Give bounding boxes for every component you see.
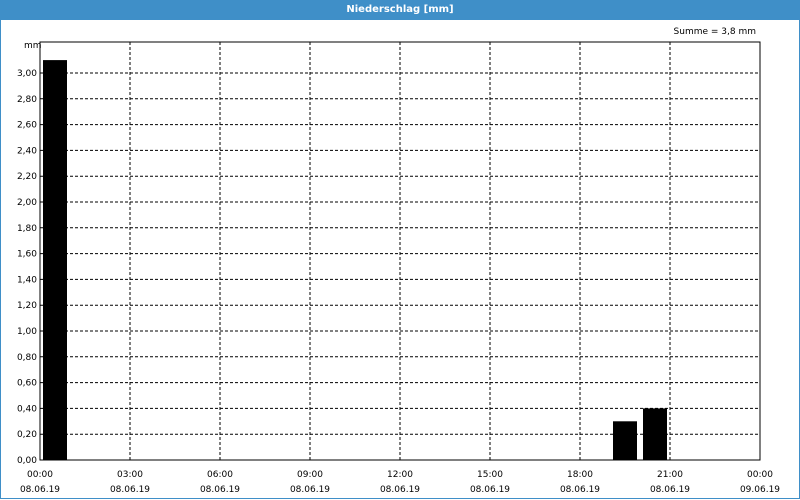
x-tick-date: 08.06.19 xyxy=(110,485,150,495)
x-tick-date: 08.06.19 xyxy=(470,485,510,495)
x-tick-time: 12:00 xyxy=(387,470,413,480)
x-tick-date: 08.06.19 xyxy=(560,485,600,495)
x-tick-time: 00:00 xyxy=(27,470,53,480)
x-tick-date: 08.06.19 xyxy=(650,485,690,495)
x-tick-date: 08.06.19 xyxy=(380,485,420,495)
x-tick-date: 09.06.19 xyxy=(740,485,780,495)
y-tick-label: 3,00 xyxy=(17,69,37,79)
y-tick-label: 2,80 xyxy=(17,95,37,105)
x-tick-time: 15:00 xyxy=(477,470,503,480)
y-tick-label: 0,40 xyxy=(17,404,37,414)
x-tick-time: 09:00 xyxy=(297,470,323,480)
x-tick-time: 00:00 xyxy=(747,470,773,480)
y-tick-label: 1,20 xyxy=(17,301,37,311)
x-tick-time: 18:00 xyxy=(567,470,593,480)
y-tick-label: 2,20 xyxy=(17,172,37,182)
y-tick-label: 0,60 xyxy=(17,379,37,389)
precipitation-bar xyxy=(643,408,667,460)
y-tick-label: 2,40 xyxy=(17,146,37,156)
precipitation-bar xyxy=(613,421,637,460)
x-tick-date: 08.06.19 xyxy=(20,485,60,495)
y-tick-label: 1,60 xyxy=(17,250,37,260)
y-tick-label: 2,00 xyxy=(17,198,37,208)
y-tick-label: 0,20 xyxy=(17,430,37,440)
y-tick-label: 0,00 xyxy=(17,456,37,466)
y-tick-label: 1,80 xyxy=(17,224,37,234)
precipitation-bar xyxy=(43,60,67,460)
x-tick-time: 21:00 xyxy=(657,470,683,480)
x-tick-time: 03:00 xyxy=(117,470,143,480)
bar-series xyxy=(43,60,667,460)
precipitation-chart: Summe = 3,8 mm mm 0,00 0,20 0,40 0,60 0,80 1,… xyxy=(17,27,780,495)
y-axis-label: mm xyxy=(24,41,42,51)
x-tick-time: 06:00 xyxy=(207,470,233,480)
x-tick-labels: 00:00 08.06.19 03:00 08.06.19 06:00 08.06.19 0… xyxy=(20,470,780,495)
y-tick-label: 1,00 xyxy=(17,327,37,337)
y-tick-labels: 0,00 0,20 0,40 0,60 0,80 1,00 1,20 1,40 1,60 1,80… xyxy=(17,69,37,466)
y-tick-label: 2,60 xyxy=(17,121,37,131)
x-tick-date: 08.06.19 xyxy=(290,485,330,495)
y-tick-label: 0,80 xyxy=(17,353,37,363)
y-tick-label: 1,40 xyxy=(17,275,37,285)
x-tick-date: 08.06.19 xyxy=(200,485,240,495)
grid-lines xyxy=(40,42,760,460)
sum-annotation: Summe = 3,8 mm xyxy=(674,27,756,37)
